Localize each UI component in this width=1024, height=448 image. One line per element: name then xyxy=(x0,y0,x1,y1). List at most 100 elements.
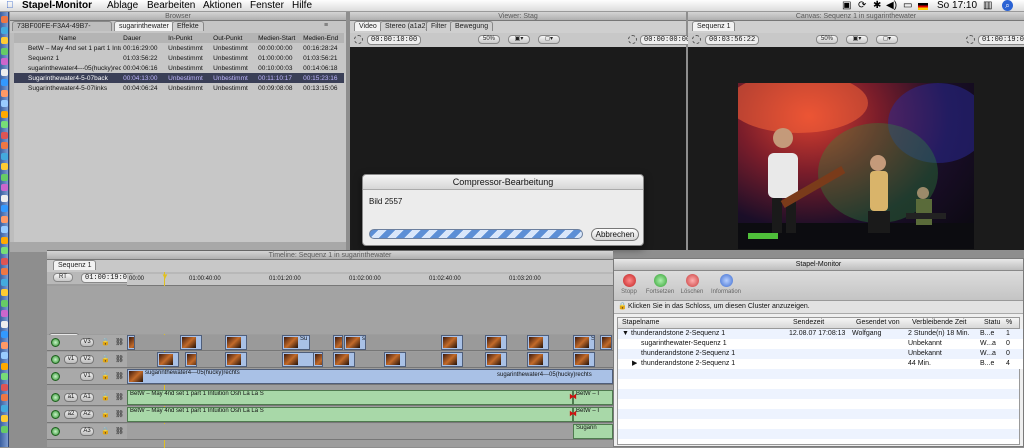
dock-app-icon[interactable] xyxy=(1,131,8,139)
batch-row[interactable]: ▼ thunderandstone 2-Sequenz 1 12.08.07 17:… xyxy=(618,329,1023,339)
column-header-medien-end[interactable]: Medien-End xyxy=(301,33,344,43)
dock-app-icon[interactable] xyxy=(1,394,8,401)
video-clip[interactable]: S xyxy=(573,335,595,350)
dock-app-icon[interactable] xyxy=(1,215,8,223)
video-clip[interactable]: sugar xyxy=(344,335,366,350)
menu-fenster[interactable]: Fenster xyxy=(250,0,284,12)
video-clip[interactable] xyxy=(180,335,202,350)
apple-menu-icon[interactable]:  xyxy=(6,0,14,12)
dock-app-icon[interactable] xyxy=(1,383,8,391)
auto-select-icon[interactable]: ⛓ xyxy=(115,372,124,380)
dock-app-icon[interactable] xyxy=(1,121,8,128)
column-gesendet-von[interactable]: Gesendet von xyxy=(856,319,900,326)
track-lane[interactable] xyxy=(127,424,613,440)
menu-hilfe[interactable]: Hilfe xyxy=(292,0,312,12)
video-clip[interactable] xyxy=(225,335,247,350)
column-stapelname[interactable]: Stapelname xyxy=(622,319,659,326)
canvas-zoom[interactable]: 50% xyxy=(816,35,838,44)
dock-app-icon[interactable] xyxy=(1,47,8,55)
rt-menu[interactable]: RT xyxy=(53,273,73,282)
track-lock-icon[interactable]: 🔒 xyxy=(101,355,110,363)
source-patch[interactable]: v1 xyxy=(64,355,78,364)
browser-row[interactable]: sugarinthewater4---05(hucky)rechts 00:04:… xyxy=(14,63,344,73)
column-verbleibende-zeit[interactable]: Verbleibende Zeit xyxy=(912,319,966,326)
dock-app-icon[interactable] xyxy=(1,184,8,191)
dock-app-icon[interactable] xyxy=(1,89,8,97)
canvas-overlay-icon[interactable]: ◻▾ xyxy=(876,35,898,44)
timeline-ruler[interactable]: 00:00 01:00:40:00 01:01:20:00 01:02:00:00 01… xyxy=(127,274,613,286)
video-clip[interactable] xyxy=(384,352,406,367)
video-clip[interactable] xyxy=(527,335,549,350)
dock-app-icon[interactable] xyxy=(1,142,8,149)
source-patch[interactable]: a1 xyxy=(64,393,78,402)
browser-row[interactable]: Sugarinthewater4-5-07links 00:04:06:24 Unb… xyxy=(14,83,344,93)
spotlight-icon[interactable]: ⌕ xyxy=(1002,0,1013,11)
lock-icon[interactable]: 🔒 xyxy=(618,302,627,310)
resume-icon[interactable] xyxy=(654,274,667,287)
menu-bearbeiten[interactable]: Bearbeiten xyxy=(147,0,195,12)
video-clip[interactable]: Su xyxy=(282,335,310,350)
dock-app-icon[interactable] xyxy=(1,268,8,275)
user-icon[interactable]: ▥ xyxy=(983,0,992,12)
delete-label[interactable]: Löschen xyxy=(677,289,707,295)
video-clip[interactable] xyxy=(333,335,343,350)
auto-select-icon[interactable]: ⛓ xyxy=(115,393,124,401)
dock-app-icon[interactable] xyxy=(1,226,8,233)
video-clip[interactable] xyxy=(485,352,507,367)
track-visibility-icon[interactable] xyxy=(51,338,60,347)
dock-app-icon[interactable] xyxy=(1,58,8,65)
canvas-current-time[interactable]: 01:00:19:00 xyxy=(978,35,1024,45)
tab-stereo[interactable]: Stereo (a1a2) xyxy=(380,21,433,31)
canvas-shuttle-icon[interactable] xyxy=(966,35,975,44)
tab-project[interactable]: 73BF00FE-F3A4-49B7-83F1-85 xyxy=(12,21,112,31)
disclosure-triangle-icon[interactable]: ▶ xyxy=(632,359,637,369)
viewer-current-time[interactable]: 00:00:00:00 xyxy=(640,35,695,45)
dock-app-icon[interactable] xyxy=(1,331,8,338)
destination-patch[interactable]: A2 xyxy=(80,410,94,419)
dock-app-icon[interactable] xyxy=(1,278,8,286)
viewer-zoom[interactable]: 50% xyxy=(478,35,500,44)
canvas-jog-icon[interactable] xyxy=(692,35,701,44)
dock-app-icon[interactable] xyxy=(1,247,8,254)
tab-timeline-sequenz[interactable]: Sequenz 1 xyxy=(53,260,97,270)
canvas-video-frame[interactable] xyxy=(728,73,988,249)
dock-app-icon[interactable] xyxy=(1,163,8,170)
audio-clip[interactable]: BetW – I xyxy=(573,407,613,422)
track-lock-icon[interactable]: 🔒 xyxy=(101,338,110,346)
resume-label[interactable]: Fortsetzen xyxy=(645,289,675,295)
info-icon[interactable] xyxy=(720,274,733,287)
dock-app-icon[interactable] xyxy=(1,320,8,328)
menu-aktionen[interactable]: Aktionen xyxy=(203,0,242,12)
dock-app-icon[interactable] xyxy=(1,289,8,296)
track-visibility-icon[interactable] xyxy=(51,410,60,419)
destination-patch[interactable]: V2 xyxy=(80,355,94,364)
tab-effekte[interactable]: Effekte xyxy=(172,21,204,31)
tab-sequenz[interactable]: Sequenz 1 xyxy=(692,21,736,31)
video-clip[interactable] xyxy=(185,352,197,367)
track-lock-icon[interactable]: 🔒 xyxy=(101,393,110,401)
video-clip[interactable] xyxy=(600,335,612,350)
dock-app-icon[interactable] xyxy=(1,194,8,202)
video-clip[interactable] xyxy=(527,352,549,367)
dock-app-icon[interactable] xyxy=(1,37,8,44)
column-header-in[interactable]: In-Punkt xyxy=(166,33,211,43)
video-clip[interactable] xyxy=(282,352,316,367)
auto-select-icon[interactable]: ⛓ xyxy=(115,355,124,363)
track-visibility-icon[interactable] xyxy=(51,372,60,381)
auto-select-icon[interactable]: ⛓ xyxy=(115,427,124,435)
column-header-dauer[interactable]: Dauer xyxy=(121,33,166,43)
audio-clip[interactable]: BetW – May 4nd set 1 part 1 Intuition Os… xyxy=(127,407,573,422)
video-clip[interactable] xyxy=(313,352,323,367)
video-clip[interactable] xyxy=(441,352,463,367)
column-percent[interactable]: % xyxy=(1006,319,1012,326)
browser-view-icon[interactable]: ≡ xyxy=(324,22,328,29)
destination-patch[interactable]: V1 xyxy=(80,372,94,381)
dock-app-icon[interactable] xyxy=(1,16,8,23)
dock-app-icon[interactable] xyxy=(1,205,8,212)
track-visibility-icon[interactable] xyxy=(51,427,60,436)
dock-app-icon[interactable] xyxy=(1,110,8,118)
stop-icon[interactable] xyxy=(623,274,636,287)
column-header-medien-start[interactable]: Medien-Start xyxy=(256,33,301,43)
batch-row[interactable]: thunderandstone 2-Sequenz 1 Unbekannt W...… xyxy=(618,349,1023,359)
video-clip[interactable] xyxy=(127,335,135,350)
